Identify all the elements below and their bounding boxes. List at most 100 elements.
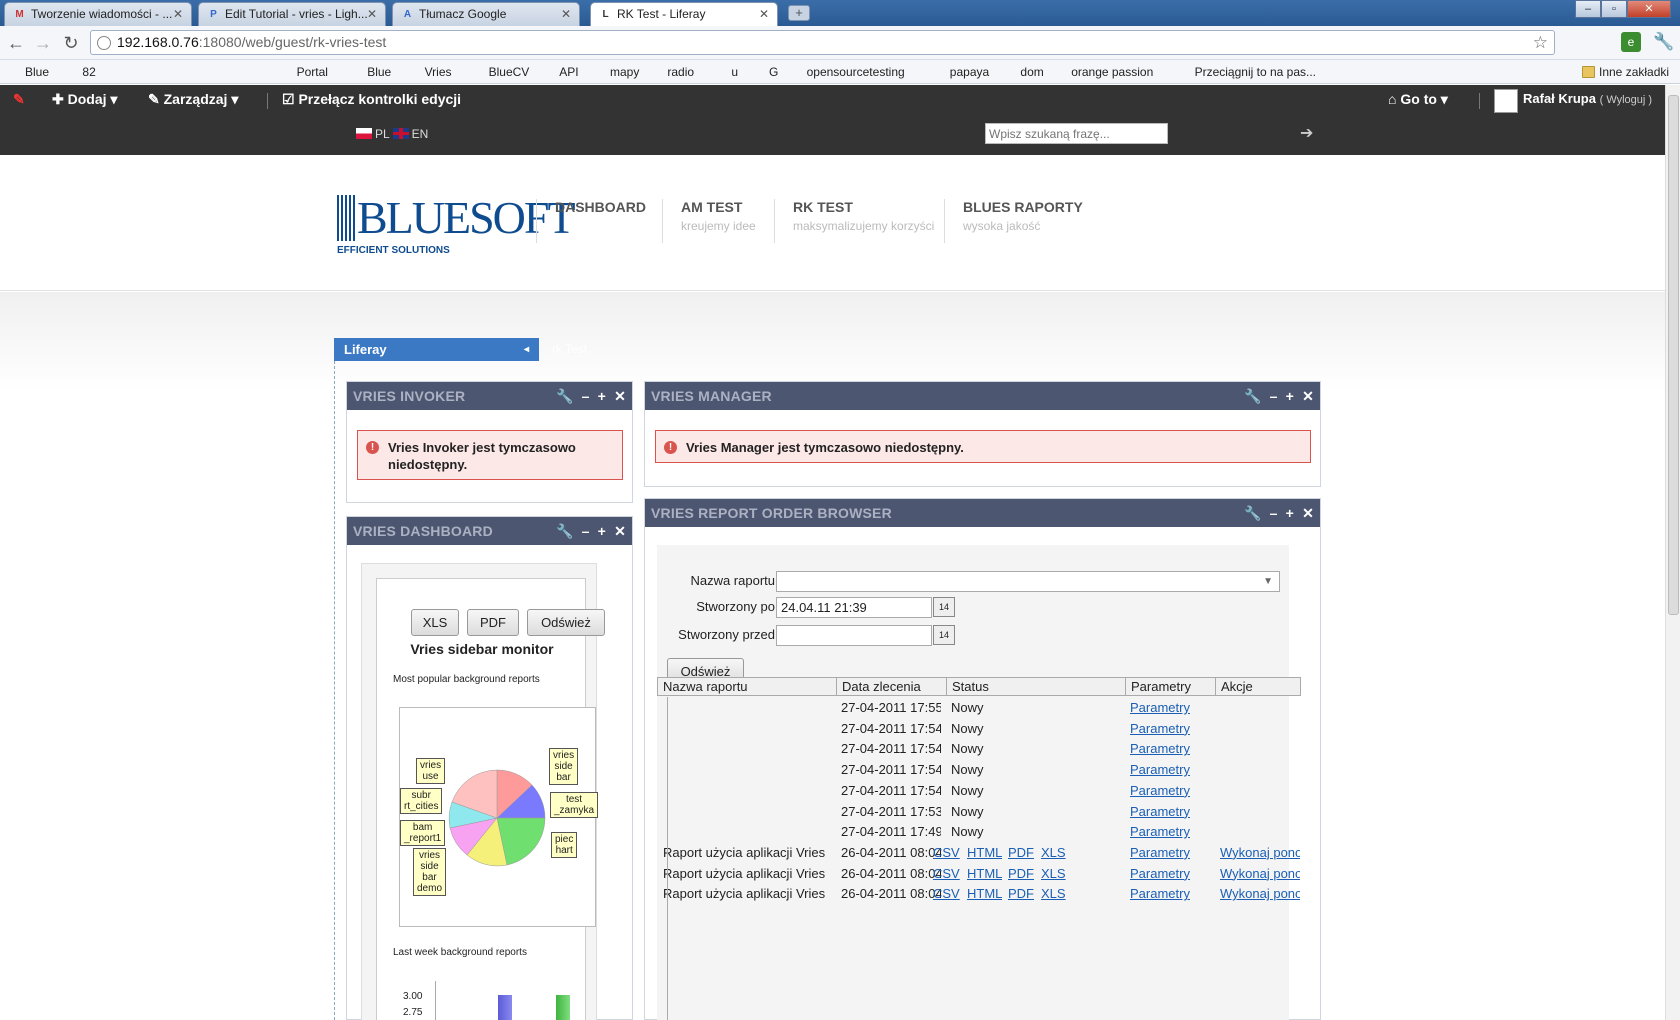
- created-before-input[interactable]: [776, 625, 932, 646]
- bookmark-item[interactable]: G: [752, 63, 778, 81]
- nav-dashboard[interactable]: DASHBOARD: [536, 199, 646, 243]
- download-pdf-link[interactable]: PDF: [1008, 844, 1034, 862]
- parameters-link[interactable]: Parametry: [1130, 865, 1190, 883]
- bookmark-item[interactable]: [229, 63, 245, 81]
- bookmark-item[interactable]: [144, 63, 160, 81]
- column-header[interactable]: Parametry: [1125, 678, 1191, 695]
- maximize-button[interactable]: ▫: [1601, 0, 1627, 18]
- uk-flag-icon[interactable]: [392, 128, 409, 139]
- bookmark-item[interactable]: BlueCV: [472, 63, 530, 81]
- download-xls-link[interactable]: XLS: [1041, 865, 1066, 883]
- bookmark-item[interactable]: 82: [65, 63, 95, 81]
- parameters-link[interactable]: Parametry: [1130, 844, 1190, 862]
- bookmark-item[interactable]: u: [714, 63, 738, 81]
- bookmark-item[interactable]: mapy: [593, 63, 639, 81]
- bookmark-item[interactable]: Vries: [408, 63, 452, 81]
- download-csv-link[interactable]: CSV: [933, 885, 960, 903]
- portlet-title-bar[interactable]: VRIES INVOKER 🔧 – + ✕: [347, 382, 632, 410]
- browser-tab[interactable]: P Edit Tutorial - vries - Ligh... ✕: [198, 2, 386, 26]
- download-csv-link[interactable]: CSV: [933, 865, 960, 883]
- bookmark-item[interactable]: [161, 63, 177, 81]
- calendar-icon[interactable]: 14: [933, 625, 955, 645]
- minimize-icon[interactable]: –: [1270, 382, 1278, 410]
- new-tab-button[interactable]: +: [788, 5, 810, 21]
- download-html-link[interactable]: HTML: [967, 844, 1002, 862]
- bookmark-item[interactable]: [110, 63, 126, 81]
- address-bar[interactable]: 192.168.0.76:18080/web/guest/rk-vries-te…: [90, 30, 1555, 55]
- column-header[interactable]: Akcje: [1215, 678, 1253, 695]
- wrench-icon[interactable]: 🔧: [1244, 499, 1262, 527]
- parameters-link[interactable]: Parametry: [1130, 823, 1190, 841]
- bookmark-item[interactable]: [263, 63, 279, 81]
- goto-menu[interactable]: ⌂ Go to ▾: [1388, 91, 1448, 108]
- bookmark-item[interactable]: Portal: [280, 63, 328, 81]
- rerun-link[interactable]: Wykonaj ponownie: [1220, 885, 1300, 903]
- close-icon[interactable]: ✕: [367, 3, 377, 25]
- download-csv-link[interactable]: CSV: [933, 844, 960, 862]
- bookmark-item[interactable]: [127, 63, 143, 81]
- search-input[interactable]: [985, 123, 1168, 144]
- bookmark-item[interactable]: radio: [650, 63, 694, 81]
- scrollbar-thumb[interactable]: [1668, 95, 1679, 615]
- add-menu[interactable]: ✚ Dodaj ▾: [52, 91, 117, 108]
- poland-flag-icon[interactable]: [356, 128, 372, 139]
- bookmark-item[interactable]: [178, 63, 194, 81]
- bookmark-item[interactable]: [246, 63, 262, 81]
- page-scrollbar[interactable]: [1665, 85, 1680, 1020]
- parameters-link[interactable]: Parametry: [1130, 885, 1190, 903]
- download-html-link[interactable]: HTML: [967, 865, 1002, 883]
- plus-icon[interactable]: +: [1286, 382, 1294, 410]
- parameters-link[interactable]: Parametry: [1130, 782, 1190, 800]
- other-bookmarks[interactable]: Inne zakładki: [1582, 63, 1669, 81]
- back-icon[interactable]: ←: [5, 32, 27, 54]
- browser-tab[interactable]: M Tworzenie wiadomości - ... ✕: [4, 2, 192, 26]
- window-close-button[interactable]: ✕: [1627, 0, 1671, 18]
- lang-pl[interactable]: PL: [375, 127, 389, 141]
- minimize-icon[interactable]: –: [582, 517, 590, 545]
- calendar-icon[interactable]: 14: [933, 597, 955, 617]
- logout-link[interactable]: ( Wyloguj ): [1600, 94, 1652, 106]
- reload-icon[interactable]: ↻: [60, 32, 82, 54]
- wrench-icon[interactable]: 🔧: [1244, 382, 1262, 410]
- bookmark-item[interactable]: Blue: [350, 63, 391, 81]
- bookmark-item[interactable]: Blue: [8, 63, 49, 81]
- parameters-link[interactable]: Parametry: [1130, 720, 1190, 738]
- close-icon[interactable]: ✕: [614, 382, 626, 410]
- parameters-link[interactable]: Parametry: [1130, 803, 1190, 821]
- forward-icon[interactable]: →: [32, 32, 54, 54]
- bookmark-item[interactable]: [195, 63, 211, 81]
- bookmark-item[interactable]: papaya: [933, 63, 989, 81]
- avatar[interactable]: [1494, 89, 1518, 113]
- browser-tab[interactable]: A Tłumacz Google ✕: [392, 2, 580, 26]
- evernote-icon[interactable]: e: [1621, 32, 1641, 52]
- wrench-icon[interactable]: 🔧: [556, 517, 574, 545]
- column-header[interactable]: Nazwa raportu: [658, 678, 748, 695]
- report-name-select[interactable]: ▼: [776, 571, 1280, 592]
- liferay-menu[interactable]: Liferay ◂: [334, 338, 539, 361]
- bookmark-item[interactable]: orange passion: [1054, 63, 1153, 81]
- close-icon[interactable]: ✕: [614, 517, 626, 545]
- column-header[interactable]: Status: [946, 678, 989, 695]
- parameters-link[interactable]: Parametry: [1130, 761, 1190, 779]
- minimize-icon[interactable]: –: [1270, 499, 1278, 527]
- toggle-edit-controls[interactable]: ☑ Przełącz kontrolki edycji: [282, 91, 461, 108]
- parameters-link[interactable]: Parametry: [1130, 699, 1190, 717]
- star-icon[interactable]: ☆: [1533, 31, 1548, 54]
- plus-icon[interactable]: +: [1286, 499, 1294, 527]
- column-header[interactable]: Data zlecenia: [836, 678, 921, 695]
- pin-icon[interactable]: ✎: [13, 91, 25, 108]
- minimize-button[interactable]: –: [1575, 0, 1601, 18]
- rerun-link[interactable]: Wykonaj ponownie: [1220, 844, 1300, 862]
- bookmark-item[interactable]: Przeciągnij to na pas...: [1178, 63, 1316, 81]
- bookmark-item[interactable]: opensourcetesting: [790, 63, 905, 81]
- bookmark-item[interactable]: API: [542, 63, 578, 81]
- wrench-icon[interactable]: 🔧: [1653, 32, 1674, 52]
- close-icon[interactable]: ✕: [561, 3, 571, 25]
- plus-icon[interactable]: +: [598, 517, 606, 545]
- xls-button[interactable]: XLS: [411, 609, 459, 636]
- manage-menu[interactable]: ✎ Zarządzaj ▾: [148, 91, 238, 108]
- portlet-title-bar[interactable]: VRIES MANAGER 🔧 – + ✕: [645, 382, 1320, 410]
- lang-en[interactable]: EN: [412, 127, 429, 141]
- collapse-icon[interactable]: ◂: [524, 338, 529, 361]
- minimize-icon[interactable]: –: [582, 382, 590, 410]
